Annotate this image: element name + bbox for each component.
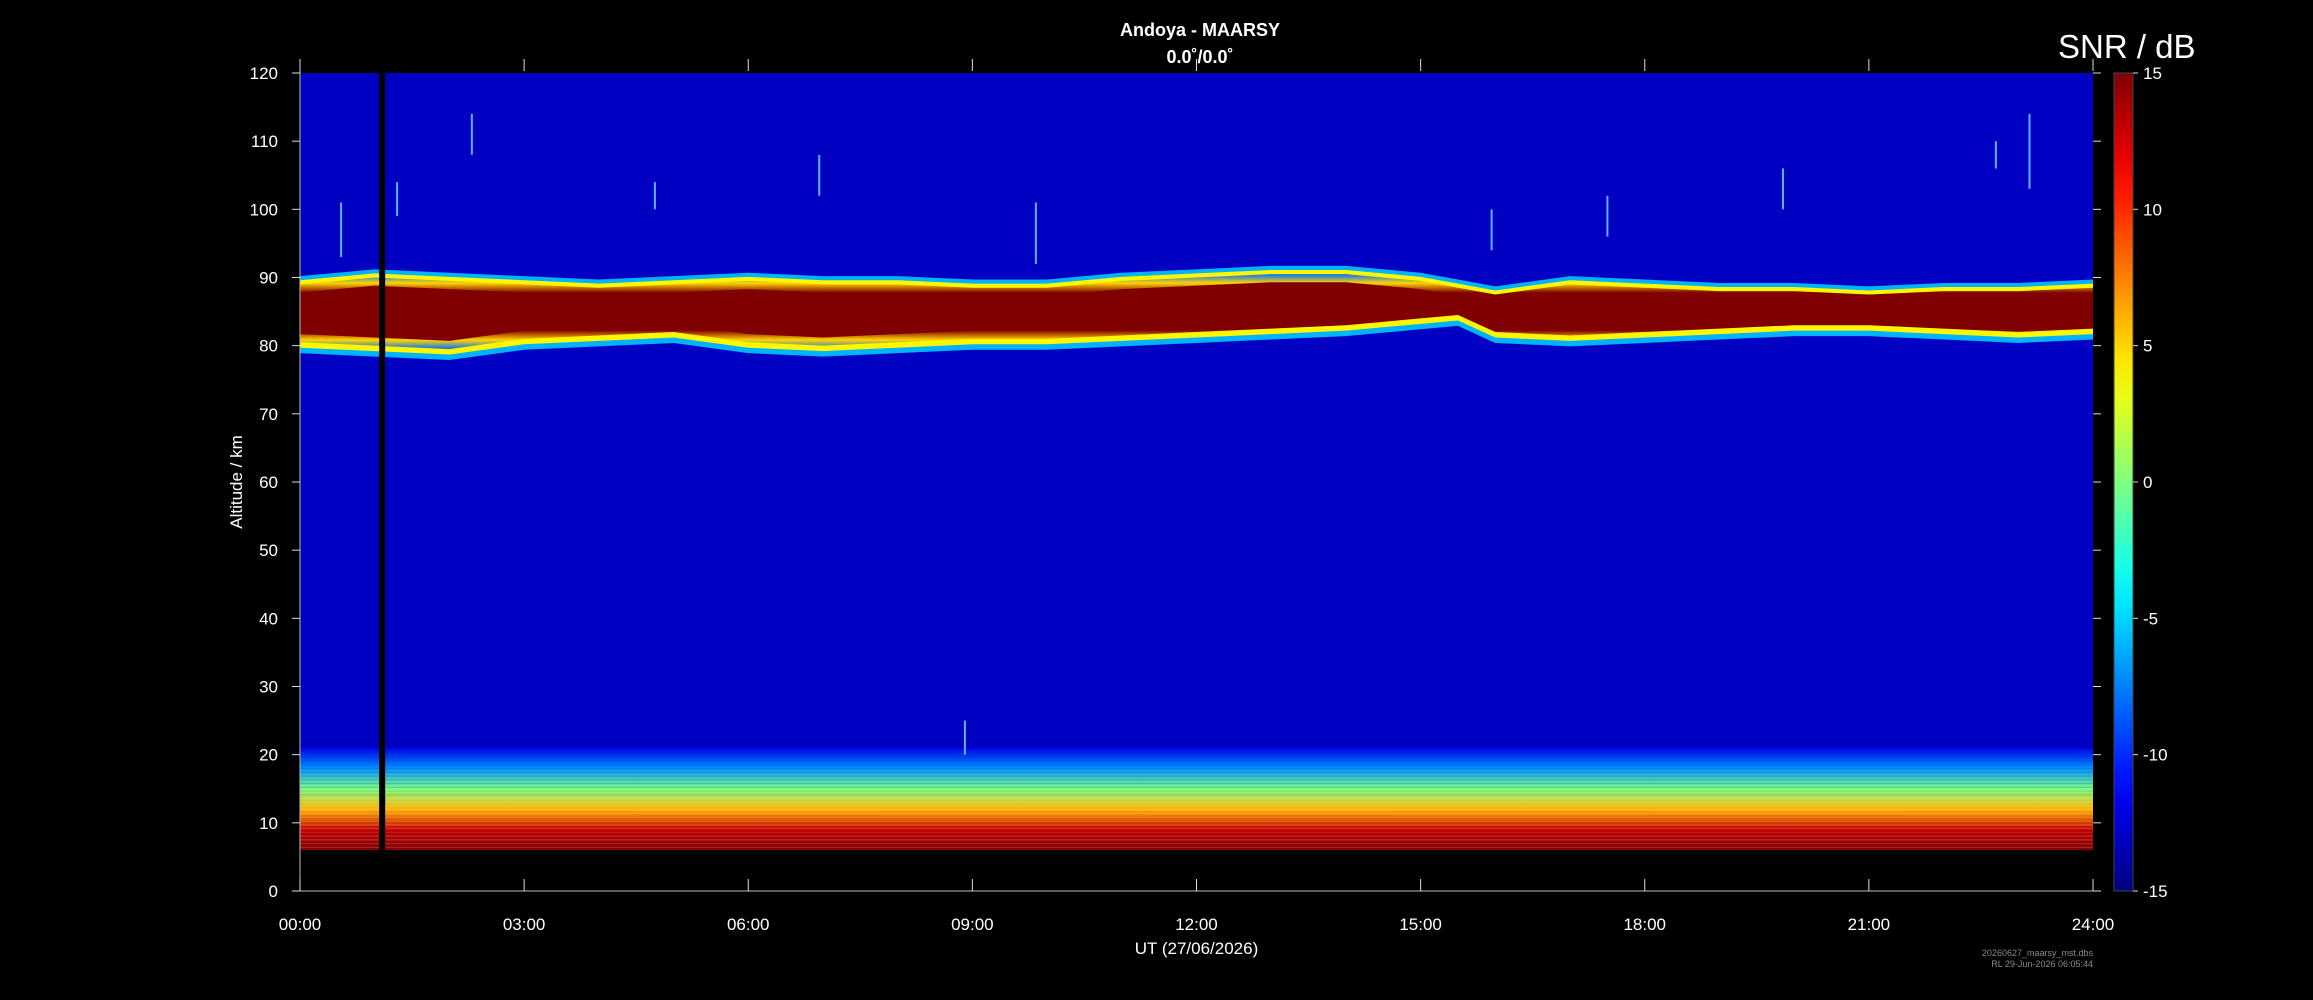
y-tick-label: 50 xyxy=(259,541,278,560)
y-tick-label: 110 xyxy=(251,132,278,151)
y-tick-label: 40 xyxy=(259,609,278,628)
y-tick-label: 20 xyxy=(259,746,278,765)
y-tick-label: 70 xyxy=(259,405,278,424)
colorbar-tick-label: -10 xyxy=(2143,746,2168,765)
y-tick-label: 10 xyxy=(259,814,278,833)
colorbar xyxy=(2113,72,2134,892)
x-tick-label: 21:00 xyxy=(1848,915,1891,934)
x-axis-label: UT (27/06/2026) xyxy=(1135,939,1258,958)
colorbar-tick-label: 0 xyxy=(2143,473,2152,492)
data-gap xyxy=(379,73,386,851)
colorbar-tick-label: 5 xyxy=(2143,337,2152,356)
y-tick-label: 80 xyxy=(259,337,278,356)
colorbar-label: SNR / dB xyxy=(2058,28,2196,65)
x-tick-label: 06:00 xyxy=(727,915,770,934)
x-tick-label: 03:00 xyxy=(503,915,546,934)
colorbar-tick-label: -5 xyxy=(2143,609,2158,628)
y-tick-label: 0 xyxy=(269,882,278,901)
x-tick-label: 00:00 xyxy=(279,915,322,934)
x-tick-label: 24:00 xyxy=(2072,915,2115,934)
y-tick-label: 30 xyxy=(259,678,278,697)
y-tick-label: 100 xyxy=(250,200,278,219)
x-tick-label: 15:00 xyxy=(1399,915,1442,934)
colorbar-tick-label: 15 xyxy=(2143,64,2162,83)
colorbar-tick-label: 10 xyxy=(2143,200,2162,219)
chart-svg: 00:00 03:00 06:00 09:00 12:00 15:00 18:00 21:00… xyxy=(227,59,2168,958)
chart-subtitle: 0.0˚/0.0˚ xyxy=(1166,47,1234,67)
file-footer: 20260627_maarsy_mst.dbs RL 29-Jun-2026 0… xyxy=(1982,948,2093,970)
y-tick-label: 120 xyxy=(250,64,278,83)
y-tick-label: 90 xyxy=(259,269,278,288)
footer-timestamp: RL 29-Jun-2026 06:05:44 xyxy=(1991,959,2093,969)
colorbar-tick-label: -15 xyxy=(2143,882,2168,901)
footer-filename: 20260627_maarsy_mst.dbs xyxy=(1981,948,2093,958)
x-tick-label: 09:00 xyxy=(951,915,994,934)
y-tick-label: 60 xyxy=(259,473,278,492)
x-tick-label: 12:00 xyxy=(1175,915,1218,934)
chart-title: Andoya - MAARSY xyxy=(1119,20,1281,40)
x-tick-label: 18:00 xyxy=(1623,915,1666,934)
y-axis-label: Altitude / km xyxy=(227,435,246,529)
